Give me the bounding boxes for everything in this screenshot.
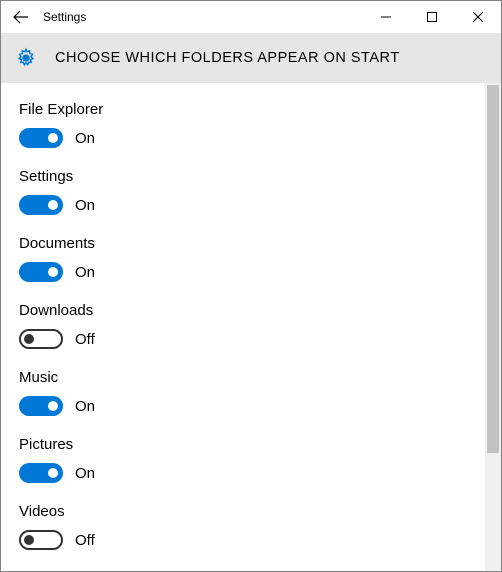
vertical-scrollbar[interactable]: [485, 83, 501, 571]
minimize-icon: [381, 12, 391, 22]
option-group: Settings On: [19, 168, 467, 215]
toggle-row: Off: [19, 530, 467, 550]
toggle-switch[interactable]: [19, 396, 63, 416]
toggle-switch[interactable]: [19, 195, 63, 215]
toggle-state-label: On: [75, 130, 95, 147]
window-title: Settings: [41, 10, 363, 24]
option-label: Music: [19, 369, 467, 386]
toggle-row: On: [19, 262, 467, 282]
toggle-state-label: Off: [75, 532, 95, 549]
header-band: CHOOSE WHICH FOLDERS APPEAR ON START: [1, 33, 501, 83]
maximize-button[interactable]: [409, 1, 455, 33]
toggle-switch[interactable]: [19, 128, 63, 148]
gear-icon: [15, 47, 37, 69]
titlebar: Settings: [1, 1, 501, 33]
option-label: Downloads: [19, 302, 467, 319]
toggle-state-label: On: [75, 264, 95, 281]
settings-window: Settings CHOOSE WHICH FOLDERS APPEAR ON …: [0, 0, 502, 572]
close-icon: [473, 12, 483, 22]
scrollbar-thumb[interactable]: [487, 85, 499, 453]
toggle-state-label: On: [75, 197, 95, 214]
page-title: CHOOSE WHICH FOLDERS APPEAR ON START: [55, 50, 400, 66]
toggle-row: On: [19, 463, 467, 483]
option-group: Videos Off: [19, 503, 467, 550]
toggle-state-label: On: [75, 465, 95, 482]
toggle-state-label: Off: [75, 331, 95, 348]
option-group: File Explorer On: [19, 101, 467, 148]
toggle-row: On: [19, 396, 467, 416]
content-area: File Explorer On Settings On Documents On Down…: [1, 83, 485, 571]
close-button[interactable]: [455, 1, 501, 33]
option-group: Music On: [19, 369, 467, 416]
toggle-row: On: [19, 195, 467, 215]
toggle-switch[interactable]: [19, 329, 63, 349]
toggle-state-label: On: [75, 398, 95, 415]
option-label: Videos: [19, 503, 467, 520]
toggle-switch[interactable]: [19, 262, 63, 282]
arrow-left-icon: [13, 9, 29, 25]
toggle-switch[interactable]: [19, 530, 63, 550]
maximize-icon: [427, 12, 437, 22]
option-group: Downloads Off: [19, 302, 467, 349]
body: File Explorer On Settings On Documents On Down…: [1, 83, 501, 571]
option-label: Documents: [19, 235, 467, 252]
option-group: Documents On: [19, 235, 467, 282]
option-label: Pictures: [19, 436, 467, 453]
option-group: Pictures On: [19, 436, 467, 483]
option-label: File Explorer: [19, 101, 467, 118]
toggle-row: On: [19, 128, 467, 148]
window-controls: [363, 1, 501, 33]
back-button[interactable]: [1, 9, 41, 25]
toggle-switch[interactable]: [19, 463, 63, 483]
option-label: Settings: [19, 168, 467, 185]
toggle-row: Off: [19, 329, 467, 349]
minimize-button[interactable]: [363, 1, 409, 33]
